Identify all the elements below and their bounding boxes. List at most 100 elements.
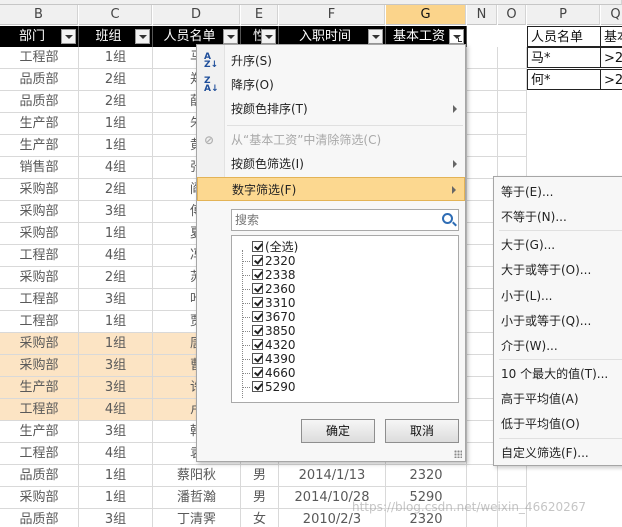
sort-by-color-item[interactable]: 按颜色排序(T) [197, 97, 465, 121]
column-letter[interactable]: P [527, 5, 600, 25]
table-cell[interactable]: 销售部 [0, 157, 79, 179]
table-cell[interactable]: 2014/1/13 [279, 465, 386, 487]
table-cell[interactable]: 工程部 [0, 245, 79, 267]
number-filter-option[interactable]: 自定义筛选(F)... [494, 441, 622, 465]
checkbox[interactable] [252, 269, 263, 280]
filter-value-item[interactable]: 2320 [232, 254, 458, 268]
checkbox[interactable] [252, 241, 263, 252]
table-cell[interactable]: 1组 [79, 47, 153, 69]
criteria-cell[interactable]: >20 [600, 69, 622, 90]
header-cell[interactable]: 部门 [0, 26, 79, 47]
filter-value-item[interactable]: 4660 [232, 366, 458, 380]
column-letter[interactable]: O [498, 5, 526, 25]
table-cell[interactable]: 生产部 [0, 135, 79, 157]
table-cell[interactable]: 品质部 [0, 91, 79, 113]
table-cell[interactable]: 2组 [79, 267, 153, 289]
table-cell[interactable]: 丁清霁 [153, 509, 241, 527]
empty-cell[interactable] [498, 465, 527, 487]
filter-value-item[interactable]: 2360 [232, 282, 458, 296]
table-cell[interactable]: 1组 [79, 135, 153, 157]
table-cell[interactable]: 3组 [79, 377, 153, 399]
table-cell[interactable]: 1组 [79, 465, 153, 487]
clear-filter-item[interactable]: ⊘ 从“基本工资”中清除筛选(C) [197, 128, 465, 152]
filter-value-item[interactable]: 4390 [232, 352, 458, 366]
table-cell[interactable]: 3组 [79, 201, 153, 223]
table-cell[interactable]: 生产部 [0, 113, 79, 135]
table-cell[interactable]: 品质部 [0, 69, 79, 91]
filter-value-item[interactable]: 2338 [232, 268, 458, 282]
table-cell[interactable]: 4组 [79, 399, 153, 421]
table-cell[interactable]: 采购部 [0, 333, 79, 355]
column-letter[interactable]: C [79, 5, 152, 25]
table-cell[interactable]: 1组 [79, 113, 153, 135]
checkbox[interactable] [252, 325, 263, 336]
table-cell[interactable]: 4组 [79, 157, 153, 179]
criteria-header-cell[interactable]: 人员名单 [527, 26, 601, 47]
table-cell[interactable]: 生产部 [0, 421, 79, 443]
table-cell[interactable]: 2组 [79, 179, 153, 201]
table-cell[interactable]: 采购部 [0, 201, 79, 223]
empty-cell[interactable] [467, 47, 498, 69]
cancel-button[interactable]: 取消 [385, 419, 459, 443]
sort-descending-item[interactable]: Z A↓ 降序(O) [197, 73, 465, 97]
number-filter-option[interactable]: 小于(L)... [494, 284, 622, 308]
table-cell[interactable]: 1组 [79, 311, 153, 333]
column-letter[interactable]: N [467, 5, 497, 25]
table-cell[interactable]: 潘哲瀚 [153, 487, 241, 509]
resize-grip[interactable] [454, 450, 462, 458]
filter-value-item[interactable]: 3670 [232, 310, 458, 324]
table-cell[interactable]: 采购部 [0, 267, 79, 289]
criteria-cell[interactable]: 何* [527, 69, 601, 90]
table-cell[interactable]: 4组 [79, 443, 153, 465]
empty-cell[interactable] [467, 113, 498, 135]
checkbox[interactable] [252, 353, 263, 364]
table-cell[interactable]: 工程部 [0, 289, 79, 311]
table-cell[interactable]: 工程部 [0, 47, 79, 69]
table-cell[interactable]: 采购部 [0, 487, 79, 509]
checkbox[interactable] [252, 381, 263, 392]
number-filter-option[interactable]: 介于(W)... [494, 334, 622, 358]
select-all-item[interactable]: (全选) [232, 240, 458, 254]
filter-dropdown-button[interactable] [61, 29, 76, 44]
search-input[interactable] [235, 210, 435, 230]
empty-cell[interactable] [467, 91, 498, 113]
table-cell[interactable]: 生产部 [0, 377, 79, 399]
empty-cell[interactable] [498, 47, 527, 69]
filter-value-item[interactable]: 4320 [232, 338, 458, 352]
number-filter-option[interactable]: 大于或等于(O)... [494, 258, 622, 282]
number-filter-option[interactable]: 不等于(N)... [494, 205, 622, 229]
table-cell[interactable]: 采购部 [0, 179, 79, 201]
header-cell[interactable]: 班组 [79, 26, 153, 47]
criteria-header-cell[interactable]: 基本 [600, 26, 622, 47]
table-cell[interactable]: 3组 [79, 421, 153, 443]
empty-cell[interactable] [498, 91, 527, 113]
search-box[interactable] [231, 209, 459, 231]
checkbox[interactable] [252, 339, 263, 350]
column-letter[interactable]: G [386, 5, 466, 25]
table-cell[interactable]: 男 [241, 465, 279, 487]
table-cell[interactable]: 4组 [79, 245, 153, 267]
filter-dropdown-button[interactable] [449, 29, 464, 44]
checkbox[interactable] [252, 255, 263, 266]
table-cell[interactable]: 2320 [386, 465, 467, 487]
checkbox[interactable] [252, 297, 263, 308]
table-cell[interactable]: 采购部 [0, 223, 79, 245]
column-letter[interactable]: D [153, 5, 240, 25]
table-cell[interactable]: 1组 [79, 223, 153, 245]
empty-cell[interactable] [467, 69, 498, 91]
column-letter[interactable]: F [279, 5, 385, 25]
number-filter-option[interactable]: 10 个最大的值(T)... [494, 362, 622, 386]
checkbox[interactable] [252, 283, 263, 294]
table-cell[interactable]: 工程部 [0, 443, 79, 465]
empty-cell[interactable] [498, 135, 527, 157]
filter-value-item[interactable]: 3850 [232, 324, 458, 338]
filter-value-item[interactable]: 5290 [232, 380, 458, 394]
table-cell[interactable]: 1组 [79, 487, 153, 509]
table-cell[interactable]: 蔡阳秋 [153, 465, 241, 487]
empty-cell[interactable] [498, 69, 527, 91]
table-cell[interactable]: 女 [241, 509, 279, 527]
filter-dropdown-button[interactable] [223, 29, 238, 44]
number-filter-option[interactable]: 等于(E)... [494, 180, 622, 204]
column-letter[interactable]: E [241, 5, 278, 25]
table-cell[interactable]: 2组 [79, 91, 153, 113]
